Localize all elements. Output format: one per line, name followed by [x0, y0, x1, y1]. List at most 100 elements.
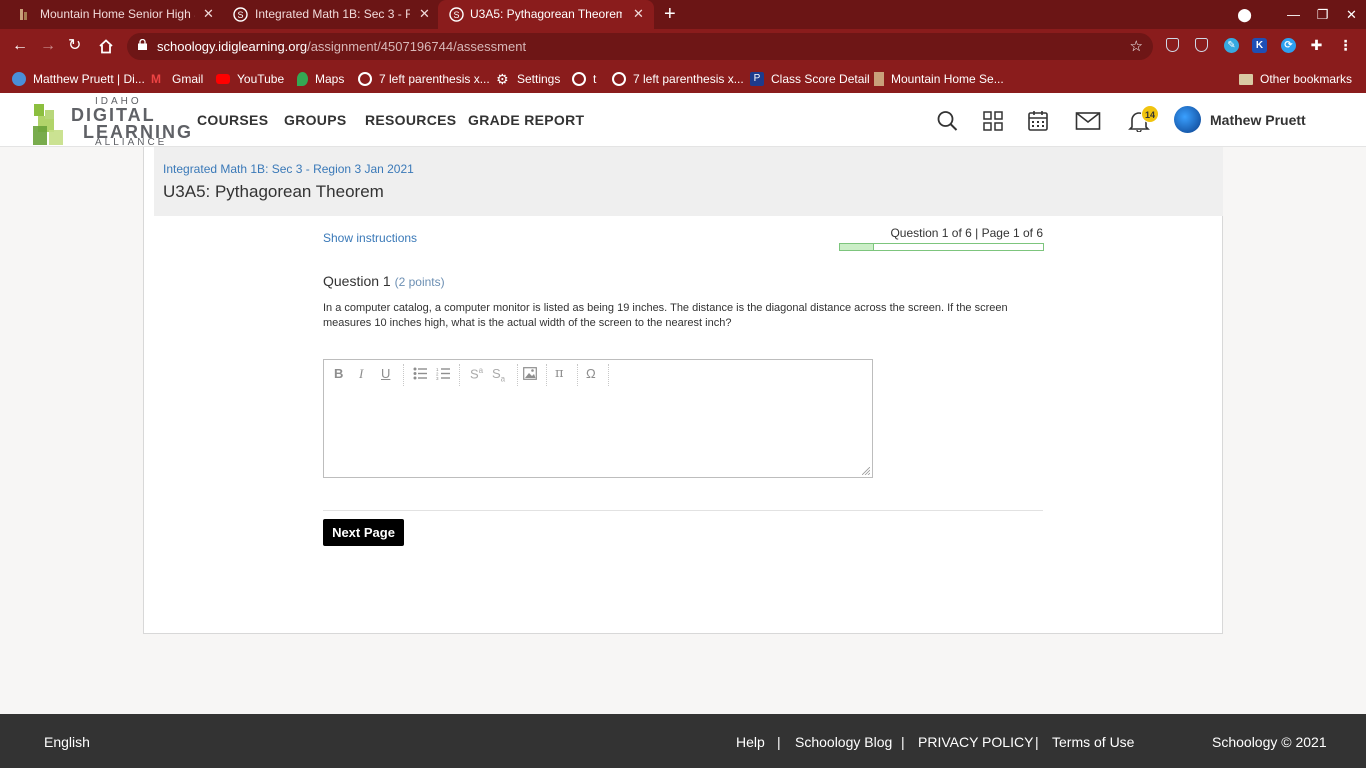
- answer-editor[interactable]: B I U 123 Sa Sa π Ω: [323, 359, 873, 478]
- page-title: U3A5: Pythagorean Theorem: [163, 182, 384, 201]
- other-bookmarks[interactable]: Other bookmarks: [1239, 71, 1352, 87]
- footer-privacy-link[interactable]: PRIVACY POLICY: [918, 734, 1033, 750]
- bookmark-label: t: [593, 72, 597, 86]
- question-text: In a computer catalog, a computer monito…: [323, 302, 1008, 329]
- toolbar-separator: [577, 364, 578, 386]
- avatar[interactable]: [1174, 106, 1201, 133]
- next-page-button[interactable]: Next Page: [323, 519, 404, 546]
- extension-icon[interactable]: ⟳: [1281, 38, 1296, 53]
- bookmark-label: Settings: [517, 72, 561, 86]
- resize-handle-icon[interactable]: [862, 467, 870, 475]
- special-character-omega-icon[interactable]: Ω: [586, 366, 596, 381]
- bookmark-star-icon[interactable]: ☆: [1130, 37, 1143, 55]
- footer-separator: |: [777, 734, 781, 750]
- divider: [323, 510, 1043, 511]
- forward-icon[interactable]: →: [40, 37, 56, 55]
- italic-icon[interactable]: I: [359, 366, 363, 382]
- tab-title: Integrated Math 1B: Sec 3 - Regio: [255, 7, 410, 21]
- underline-icon[interactable]: U: [381, 366, 390, 381]
- bold-icon[interactable]: B: [334, 366, 343, 381]
- search-icon[interactable]: [936, 110, 960, 132]
- footer-blog-link[interactable]: Schoology Blog: [795, 734, 892, 750]
- superscript-icon[interactable]: Sa: [470, 366, 483, 381]
- breadcrumb[interactable]: Integrated Math 1B: Sec 3 - Region 3 Jan…: [163, 162, 414, 176]
- editor-toolbar: B I U 123 Sa Sa π Ω: [324, 360, 872, 388]
- gear-icon: ⚙: [496, 71, 509, 87]
- bookmark-label: Mountain Home Se...: [891, 72, 1004, 86]
- bullet-list-icon[interactable]: [413, 367, 427, 380]
- browser-tab[interactable]: S Integrated Math 1B: Sec 3 - Regio ✕: [222, 0, 438, 29]
- browser-menu-icon[interactable]: ⋮: [1338, 38, 1353, 53]
- bookmark-item[interactable]: t: [572, 71, 596, 87]
- extension-icon[interactable]: ✎: [1224, 38, 1239, 53]
- bookmark-item[interactable]: ⚙ Settings: [496, 71, 560, 87]
- user-name[interactable]: Mathew Pruett: [1210, 112, 1306, 128]
- nav-grade-report[interactable]: GRADE REPORT: [468, 112, 584, 128]
- extension-shield-icon[interactable]: [1195, 38, 1208, 52]
- toolbar-separator: [403, 364, 404, 386]
- bookmark-item[interactable]: 7 left parenthesis x...: [612, 71, 744, 87]
- url-path: /assignment/4507196744/assessment: [307, 39, 527, 54]
- footer-terms-link[interactable]: Terms of Use: [1052, 734, 1134, 750]
- idla-logo[interactable]: IDAHO DIGITAL LEARNING ALLIANCE: [33, 96, 191, 148]
- extensions-puzzle-icon[interactable]: ✚: [1309, 38, 1324, 53]
- show-instructions-link[interactable]: Show instructions: [323, 231, 417, 245]
- language-selector[interactable]: English: [44, 734, 90, 750]
- close-window-icon[interactable]: ✕: [1337, 7, 1366, 23]
- profile-menu-icon[interactable]: ⬤: [1230, 7, 1259, 23]
- svg-text:S: S: [237, 10, 243, 20]
- mail-icon[interactable]: [1075, 110, 1101, 132]
- footer-help-link[interactable]: Help: [736, 734, 765, 750]
- extension-shield-icon[interactable]: [1166, 38, 1179, 52]
- subscript-icon[interactable]: Sa: [492, 366, 505, 384]
- extension-k-icon[interactable]: K: [1252, 38, 1267, 53]
- school-favicon-icon: [20, 9, 27, 20]
- bookmark-label: Class Score Detail: [771, 72, 870, 86]
- apps-grid-icon[interactable]: [982, 110, 1006, 132]
- bookmark-label: YouTube: [237, 72, 285, 86]
- new-tab-icon[interactable]: +: [664, 4, 676, 24]
- bookmark-item[interactable]: M Gmail: [151, 71, 203, 87]
- maps-pin-icon: [297, 72, 308, 86]
- progress-bar: [839, 243, 1044, 251]
- url-host: schoology.idiglearning.org: [157, 39, 308, 54]
- globe-icon: [572, 72, 586, 86]
- tab-close-icon[interactable]: ✕: [633, 6, 644, 22]
- back-icon[interactable]: ←: [12, 37, 28, 55]
- home-icon[interactable]: [98, 39, 114, 54]
- browser-tab-active[interactable]: S U3A5: Pythagorean Theorem | S ✕: [438, 0, 654, 29]
- tab-close-icon[interactable]: ✕: [419, 6, 430, 22]
- bookmark-item[interactable]: P Class Score Detail: [750, 71, 870, 87]
- bookmark-label: 7 left parenthesis x...: [633, 72, 744, 86]
- bookmark-label: Other bookmarks: [1260, 72, 1353, 86]
- bookmark-item[interactable]: Maps: [297, 71, 344, 87]
- nav-groups[interactable]: GROUPS: [284, 112, 346, 128]
- address-bar[interactable]: schoology.idiglearning.org/assignment/45…: [127, 33, 1153, 60]
- page-header: Integrated Math 1B: Sec 3 - Region 3 Jan…: [154, 147, 1223, 216]
- image-icon[interactable]: [523, 367, 537, 380]
- bookmark-label: Gmail: [172, 72, 204, 86]
- question-label: Question 1: [323, 273, 391, 289]
- nav-resources[interactable]: RESOURCES: [365, 112, 456, 128]
- bookmark-item[interactable]: YouTube: [216, 71, 284, 87]
- toolbar-separator: [546, 364, 547, 386]
- math-pi-icon[interactable]: π: [555, 366, 564, 381]
- bookmark-item[interactable]: 7 left parenthesis x...: [358, 71, 490, 87]
- restore-icon[interactable]: ❐: [1308, 7, 1337, 23]
- minimize-icon[interactable]: —: [1279, 7, 1308, 22]
- nav-courses[interactable]: COURSES: [197, 112, 268, 128]
- numbered-list-icon[interactable]: 123: [436, 367, 450, 380]
- question-heading: Question 1 (2 points): [323, 273, 445, 289]
- browser-tab[interactable]: Mountain Home Senior High Sc ✕: [0, 0, 222, 29]
- site-header: IDAHO DIGITAL LEARNING ALLIANCE COURSES …: [0, 93, 1366, 148]
- calendar-icon[interactable]: [1027, 110, 1051, 132]
- site-footer: English Help | Schoology Blog | PRIVACY …: [0, 714, 1366, 768]
- bookmark-item[interactable]: Matthew Pruett | Di...: [12, 71, 145, 87]
- schoology-favicon-icon: S: [449, 7, 464, 22]
- reload-icon[interactable]: ↻: [68, 37, 81, 55]
- bookmark-label: 7 left parenthesis x...: [379, 72, 490, 86]
- notification-badge[interactable]: 14: [1141, 105, 1159, 123]
- bookmark-item[interactable]: Mountain Home Se...: [874, 71, 1004, 87]
- tab-close-icon[interactable]: ✕: [203, 6, 214, 22]
- toolbar-separator: [459, 364, 460, 386]
